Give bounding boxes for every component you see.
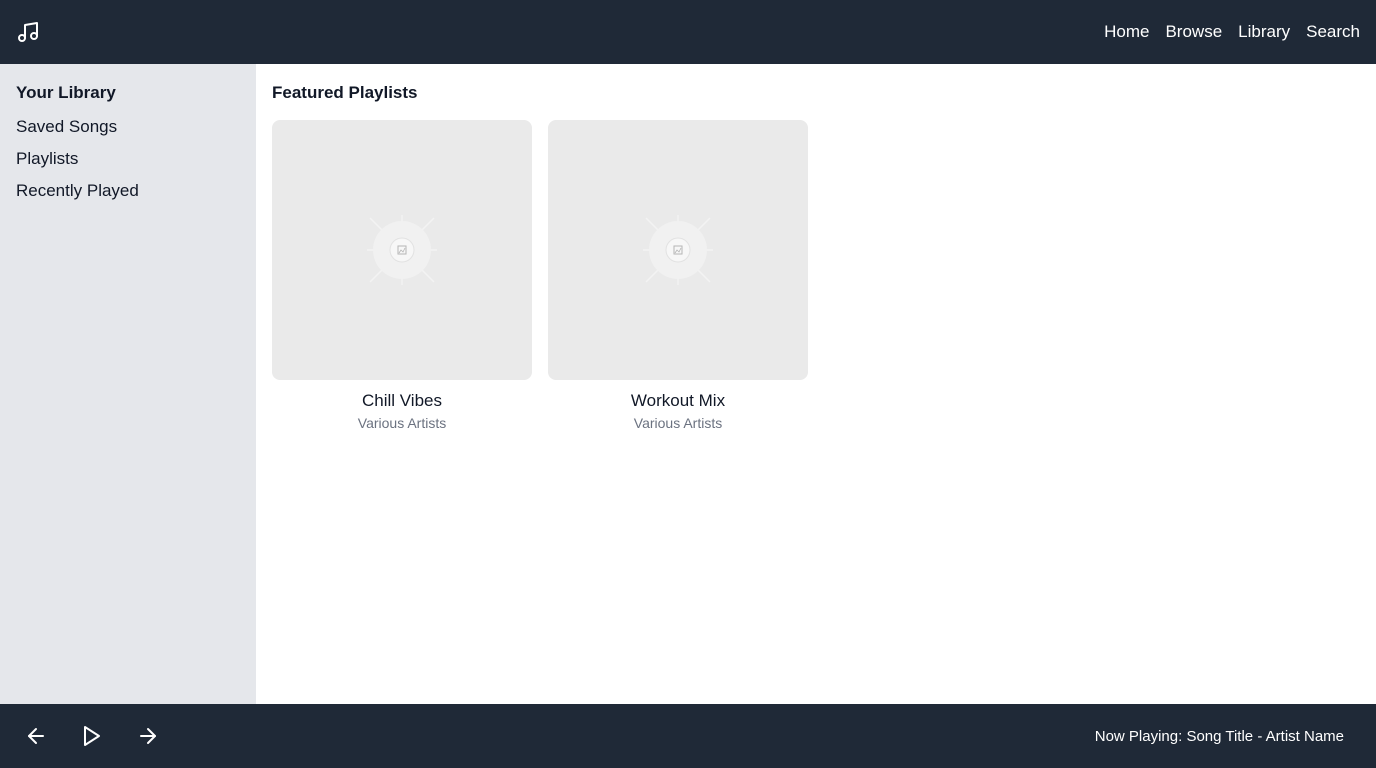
playlist-card-workout-mix[interactable]: Workout Mix Various Artists: [548, 120, 808, 431]
sidebar-item-saved-songs[interactable]: Saved Songs: [16, 117, 240, 149]
playlist-subtitle: Various Artists: [357, 415, 447, 431]
image-placeholder-icon: [367, 215, 437, 285]
now-playing-text: Now Playing: Song Title - Artist Name: [1094, 727, 1344, 745]
arrow-left-icon[interactable]: [24, 724, 48, 748]
sidebar-item-recently-played[interactable]: Recently Played: [16, 181, 240, 213]
sidebar-item-playlists[interactable]: Playlists: [16, 149, 240, 181]
playlist-grid: Chill Vibes Various Artists Workout Mix …: [272, 120, 1360, 431]
playlist-cover: [548, 120, 808, 380]
playlist-cover: [272, 120, 532, 380]
sidebar-list: Saved Songs Playlists Recently Played: [16, 117, 240, 213]
arrow-right-icon[interactable]: [136, 724, 160, 748]
nav-browse-link[interactable]: Browse: [1165, 22, 1222, 42]
playlist-subtitle: Various Artists: [633, 415, 723, 431]
top-nav-bar: Home Browse Library Search: [0, 0, 1376, 64]
sidebar-title: Your Library: [16, 83, 116, 102]
nav-search-link[interactable]: Search: [1306, 22, 1360, 42]
nav-library-link[interactable]: Library: [1238, 22, 1290, 42]
main-content: Featured Playlists Chill Vibes Various A…: [256, 64, 1376, 704]
nav-home-link[interactable]: Home: [1104, 22, 1149, 42]
play-icon[interactable]: [80, 724, 104, 748]
sidebar: Your Library Saved Songs Playlists Recen…: [0, 64, 256, 704]
music-note-icon[interactable]: [16, 20, 40, 44]
player-controls: [24, 724, 160, 748]
playlist-title: Chill Vibes: [361, 391, 442, 410]
section-title: Featured Playlists: [272, 83, 418, 102]
image-placeholder-icon: [643, 215, 713, 285]
player-bar: Now Playing: Song Title - Artist Name: [0, 704, 1376, 768]
playlist-card-chill-vibes[interactable]: Chill Vibes Various Artists: [272, 120, 532, 431]
playlist-title: Workout Mix: [630, 391, 726, 410]
main-nav: Home Browse Library Search: [1104, 22, 1360, 42]
